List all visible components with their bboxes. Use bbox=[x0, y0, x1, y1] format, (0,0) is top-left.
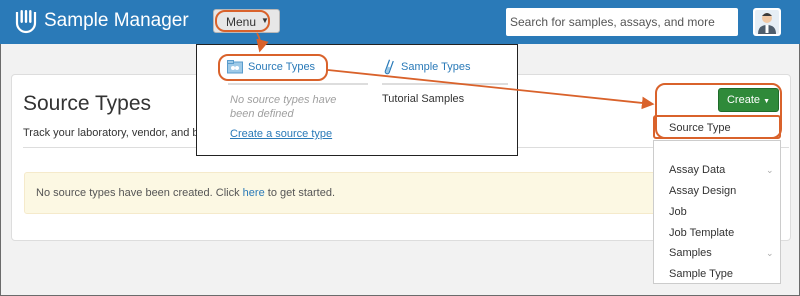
arrow-source-types-to-create bbox=[327, 69, 655, 110]
callout-arrows bbox=[256, 32, 655, 110]
arrow-menu-to-source-types bbox=[256, 32, 269, 53]
